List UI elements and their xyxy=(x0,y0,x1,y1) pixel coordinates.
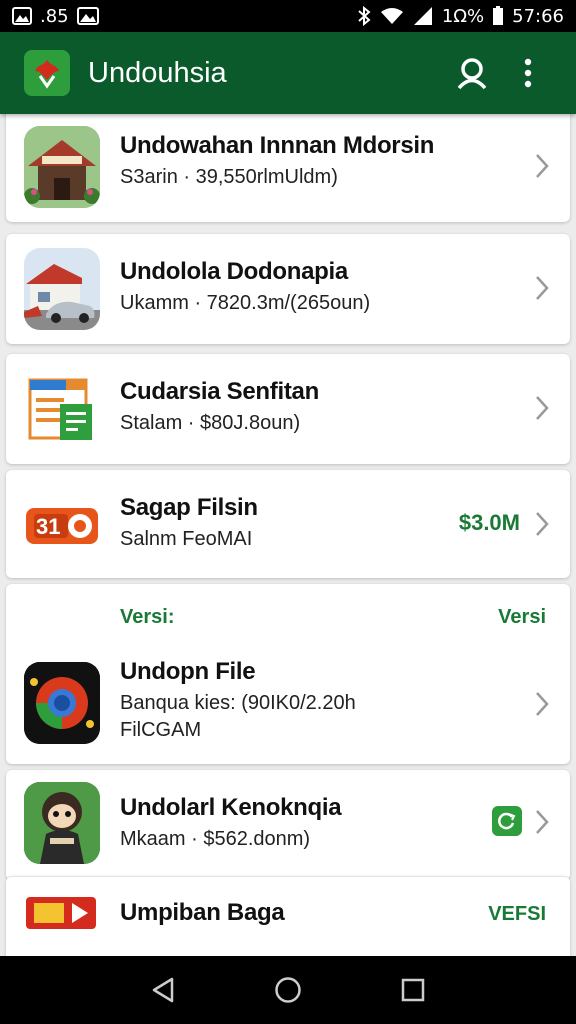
item-subtitle: S3arin · 39,550rlmUldm) xyxy=(120,166,338,188)
house-icon xyxy=(24,126,100,208)
list-item[interactable]: Undolarl Kenoknqia Mkaam · $562.donm) xyxy=(6,770,570,880)
item-text: Sagap Filsin Salnm FeoMAI xyxy=(120,494,500,551)
item-subtitle: Ukamm · 7820.3m/(265oun) xyxy=(120,292,371,314)
wifi-icon xyxy=(380,7,404,25)
item-text: Cudarsia Senfitan Stalam · $80J.8oun) xyxy=(120,378,500,435)
battery-icon xyxy=(492,6,504,26)
item-text: Undolarl Kenoknqia Mkaam · $562.donm) xyxy=(120,794,500,851)
chevron-right-icon xyxy=(536,810,549,834)
item-subtitle: Salnm FeoMAI xyxy=(120,528,253,550)
section-header-left: Versi: xyxy=(120,606,175,628)
battery-percent: 1Ω% xyxy=(441,5,485,27)
item-subtitle: Mkaam · $562.donm) xyxy=(120,828,311,850)
item-title: Undowahan Innnan Mdorsin xyxy=(120,132,435,159)
status-right: 1Ω% 57:66 xyxy=(356,6,564,27)
gallery-icon xyxy=(12,7,32,25)
item-title: Umpiban Baga xyxy=(120,899,285,926)
signal-icon xyxy=(412,6,434,26)
item-title: Undopn File xyxy=(120,658,256,685)
app-bar: Undouhsia xyxy=(0,32,576,114)
chevron-right-icon xyxy=(536,692,549,716)
more-vert-icon[interactable] xyxy=(504,49,552,97)
list-item[interactable]: Umpiban Baga VEFSI xyxy=(6,876,570,956)
item-title: Cudarsia Senfitan xyxy=(120,378,319,405)
item-subtitle: Banqua kies: (90IK0/2.20h xyxy=(120,692,356,714)
photo-icon xyxy=(76,7,99,25)
item-text: Umpiban Baga xyxy=(120,899,500,927)
browser-icon xyxy=(24,662,100,744)
app-logo-icon[interactable] xyxy=(24,50,70,96)
chevron-right-icon xyxy=(536,396,549,420)
app-title: Undouhsia xyxy=(88,56,227,89)
game-icon xyxy=(24,889,100,937)
list-item[interactable]: Versi: Versi Undopn File Banqua kies: (9… xyxy=(6,584,570,764)
document-icon xyxy=(24,368,100,450)
list-item[interactable]: 31 Sagap Filsin Salnm FeoMAI $3.0M xyxy=(6,470,570,578)
item-subtitle: Stalam · $80J.8oun) xyxy=(120,412,301,434)
list-item[interactable]: Cudarsia Senfitan Stalam · $80J.8oun) xyxy=(6,354,570,464)
character-icon xyxy=(24,782,100,864)
chevron-right-icon xyxy=(536,276,549,300)
status-left-text: .85 xyxy=(40,5,69,27)
home-icon[interactable] xyxy=(264,966,312,1014)
ticket-label: 31 xyxy=(36,514,61,539)
status-bar: .85 1Ω% 57:66 xyxy=(0,0,576,32)
item-versi: VEFSI xyxy=(488,903,546,925)
chevron-right-icon xyxy=(536,512,549,536)
bluetooth-icon xyxy=(356,6,372,26)
section-header-right: Versi xyxy=(498,606,546,628)
status-left: .85 xyxy=(12,6,99,27)
item-text: Undopn File Banqua kies: (90IK0/2.20h Fi… xyxy=(120,658,500,742)
app-list: Undowahan Innnan Mdorsin S3arin · 39,550… xyxy=(0,114,576,956)
ticket-icon: 31 xyxy=(24,484,100,566)
item-title: Undolarl Kenoknqia xyxy=(120,794,342,821)
back-icon[interactable] xyxy=(139,966,187,1014)
item-subtitle-2: FilCGAM xyxy=(120,719,202,741)
item-title: Undolola Dodonapia xyxy=(120,258,348,285)
refresh-icon[interactable] xyxy=(492,806,522,836)
status-time: 57:66 xyxy=(512,5,564,27)
list-item[interactable]: Undowahan Innnan Mdorsin S3arin · 39,550… xyxy=(6,114,570,222)
item-price: $3.0M xyxy=(458,510,520,535)
car-garage-icon xyxy=(24,248,100,330)
search-icon[interactable] xyxy=(448,49,496,97)
list-item[interactable]: Undolola Dodonapia Ukamm · 7820.3m/(265o… xyxy=(6,234,570,344)
item-text: Undowahan Innnan Mdorsin S3arin · 39,550… xyxy=(120,132,500,189)
recents-icon[interactable] xyxy=(389,966,437,1014)
navigation-bar xyxy=(0,956,576,1024)
item-title: Sagap Filsin xyxy=(120,494,258,521)
item-text: Undolola Dodonapia Ukamm · 7820.3m/(265o… xyxy=(120,258,500,315)
chevron-right-icon xyxy=(536,154,549,178)
